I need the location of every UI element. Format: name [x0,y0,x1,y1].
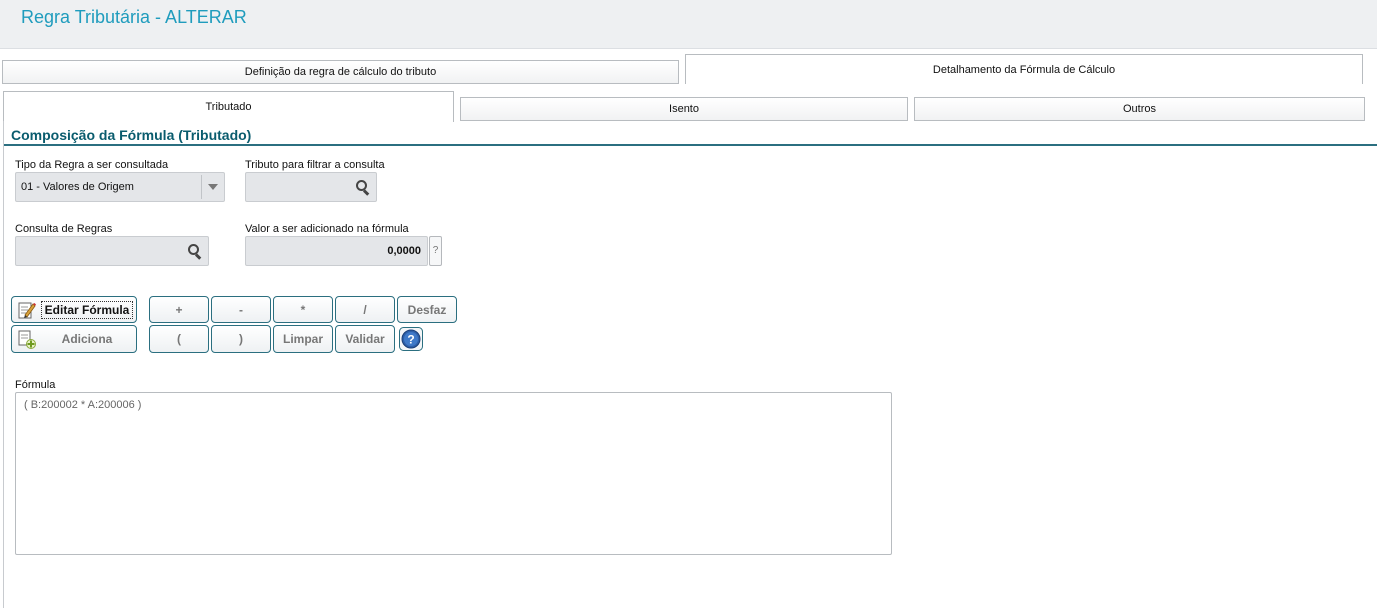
search-icon[interactable] [188,244,202,260]
tipo-regra-value: 01 - Valores de Origem [21,181,134,193]
edit-pencil-icon [18,302,36,319]
consulta-input[interactable] [15,236,209,266]
adiciona-label: Adiciona [61,332,113,346]
valor-input[interactable]: 0,0000 [245,236,428,266]
editar-formula-button[interactable]: Editar Fórmula [11,296,137,323]
tab-isento[interactable]: Isento [460,97,908,121]
formula-value: ( B:200002 * A:200006 ) [24,399,142,411]
desfaz-button[interactable]: Desfaz [397,296,457,323]
validar-button[interactable]: Validar [335,325,395,353]
divide-button[interactable]: / [335,296,395,323]
add-document-icon [18,330,36,349]
minus-button[interactable]: - [211,296,271,323]
page-title: Regra Tributária - ALTERAR [21,7,247,27]
valor-value: 0,0000 [387,245,421,257]
consulta-label: Consulta de Regras [15,223,113,235]
tab-detalhamento[interactable]: Detalhamento da Fórmula de Cálculo [685,54,1363,84]
help-icon[interactable]: ? [399,327,423,351]
adiciona-button[interactable]: Adiciona [11,325,137,353]
search-icon[interactable] [356,180,370,196]
valor-label: Valor a ser adicionado na fórmula [245,223,409,235]
plus-button[interactable]: + [149,296,209,323]
multiply-button[interactable]: * [273,296,333,323]
dropdown-caret-icon[interactable] [208,184,218,190]
tipo-regra-label: Tipo da Regra a ser consultada [15,159,169,171]
tributo-input[interactable] [245,172,377,202]
tributo-label: Tributo para filtrar a consulta [245,159,385,171]
tab-outros[interactable]: Outros [914,97,1365,121]
tipo-regra-select[interactable]: 01 - Valores de Origem [15,172,225,202]
section-divider [4,144,1377,146]
limpar-button[interactable]: Limpar [273,325,333,353]
formula-textarea[interactable]: ( B:200002 * A:200006 ) [15,392,892,555]
open-paren-button[interactable]: ( [149,325,209,353]
section-title: Composição da Fórmula (Tributado) [11,127,252,143]
editar-formula-label: Editar Fórmula [41,301,133,319]
valor-help-button[interactable]: ? [429,236,442,266]
tab-tributado[interactable]: Tributado [3,91,454,122]
content-border [3,121,4,608]
formula-label: Fórmula [15,379,56,391]
tab-definicao[interactable]: Definição da regra de cálculo do tributo [2,60,679,84]
svg-text:?: ? [407,333,414,347]
page-header: Regra Tributária - ALTERAR [0,0,1377,49]
select-divider [201,175,202,199]
close-paren-button[interactable]: ) [211,325,271,353]
